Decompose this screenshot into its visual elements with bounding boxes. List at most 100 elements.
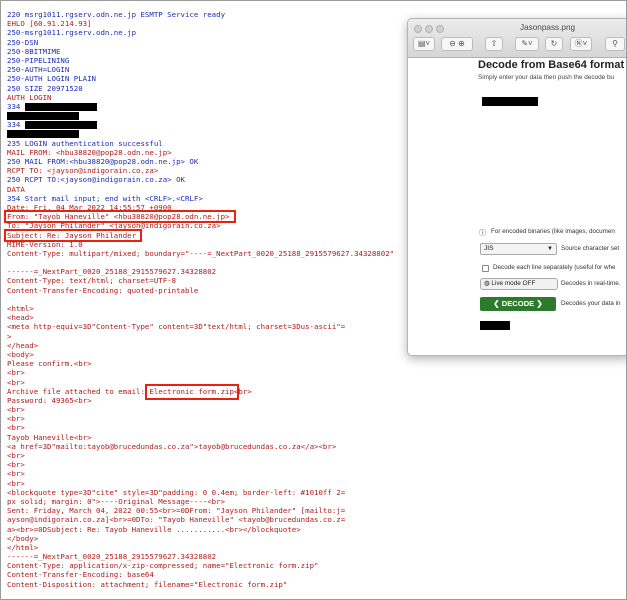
- redacted-credential: [24, 102, 97, 111]
- markup-button[interactable]: ✎˅: [515, 37, 539, 51]
- log-line: 334: [7, 120, 394, 130]
- rotate-icon: ↻: [550, 39, 558, 48]
- info-icon: ⓘ: [479, 230, 486, 237]
- redacted-credential: [24, 121, 97, 130]
- log-line: 250-PIPELINING: [7, 55, 70, 65]
- rotate-button[interactable]: ↻: [545, 37, 563, 51]
- decode-note: Decodes your data in: [561, 300, 621, 307]
- page-heading: Decode from Base64 format: [478, 59, 625, 71]
- charset-label: Source character set: [561, 245, 620, 252]
- zoom-in-icon[interactable]: ⊕: [458, 39, 465, 48]
- chevron-right-icon: ❯: [536, 299, 543, 308]
- log-line: 250-AUTH=LOGIN: [7, 65, 70, 75]
- log-line: 250-DSN: [7, 37, 39, 47]
- log-line: Content-Transfer-Encoding: base64: [7, 570, 154, 580]
- log-line: 354 Start mail input; end with <CRLF>.<C…: [7, 193, 203, 203]
- preview-window: Jasonpass.png ▤˅ ⊖ ⊕ ⇧ ✎˅ ↻ Ⓝ˅ ⚲ Decode …: [407, 18, 626, 356]
- log-line: Content-Type: text/html; charset=UTF-8: [7, 276, 177, 286]
- log-line: <blockquote type=3D"cite" style=3D"paddi…: [7, 487, 346, 497]
- charset-select[interactable]: JIS ▼: [480, 243, 557, 255]
- log-line: <html>: [7, 304, 34, 313]
- chevron-down-icon: ▼: [547, 246, 553, 252]
- highlight-subject-line: [4, 229, 142, 242]
- log-line: <br>: [7, 368, 25, 378]
- log-line: 250-8BITMIME: [7, 46, 61, 56]
- decode-each-line-label: Decode each line separately (useful for …: [493, 264, 616, 271]
- share-button[interactable]: ⇧: [485, 37, 503, 51]
- highlight-from-line: [4, 210, 236, 223]
- chevron-left-icon: ❮: [493, 299, 500, 308]
- log-line: >: [7, 331, 12, 341]
- log-line: MAIL FROM: <hbu38820@pop28.odn.ne.jp>: [7, 147, 172, 157]
- zoom-out-icon[interactable]: ⊖: [449, 39, 456, 48]
- info-icon: Ⓝ˅: [574, 39, 588, 48]
- log-line: 334: [7, 102, 394, 111]
- log-line: <head>: [7, 313, 34, 323]
- highlight-attachment-name: [145, 384, 239, 400]
- search-icon: ⚲: [612, 39, 618, 48]
- log-line: Content-Type: multipart/mixed; boundary=…: [7, 248, 395, 258]
- log-line: 250 SIZE 20971520: [7, 83, 83, 93]
- log-line: Content-Type: application/x-zip-compress…: [7, 561, 319, 571]
- minimize-window-button[interactable]: [425, 25, 433, 33]
- log-line: Sent: Friday, March 04, 2022 00:55<br>=0…: [7, 506, 346, 516]
- log-line: ------=_NextPart_0020_25188_2915579627.3…: [7, 552, 217, 562]
- log-line: <a href=3D"mailto:tayob@brucedundas.co.z…: [7, 441, 337, 451]
- log-line: [7, 129, 394, 139]
- annotate-button[interactable]: Ⓝ˅: [570, 37, 592, 51]
- log-line: a><br>=0DSubject: Re: Tayob Haneville ..…: [7, 524, 301, 534]
- live-mode-note: Decodes in real-time.: [561, 280, 621, 287]
- toggle-icon: ◍: [484, 280, 490, 287]
- log-line: 220 msrg1011.rgserv.odn.ne.jp ESMTP Serv…: [7, 10, 226, 19]
- live-mode-button[interactable]: ◍ Live mode OFF: [480, 278, 558, 290]
- log-line: ------=_NextPart_0020_25188_2915579627.3…: [7, 267, 217, 277]
- redacted-credential: [7, 130, 79, 139]
- log-line: <br>: [7, 423, 25, 433]
- encoded-binaries-note: For encoded binaries (like images, docum…: [491, 228, 615, 235]
- window-toolbar: Jasonpass.png ▤˅ ⊖ ⊕ ⇧ ✎˅ ↻ Ⓝ˅ ⚲: [408, 19, 626, 58]
- log-line: 250 MAIL FROM:<hbu38820@pop28.odn.ne.jp>…: [7, 157, 199, 166]
- decode-each-line-checkbox[interactable]: [482, 265, 489, 272]
- log-line: <br>: [7, 414, 25, 424]
- log-line: AUTH LOGIN: [7, 92, 52, 102]
- log-line: DATA: [7, 184, 25, 194]
- log-line: [7, 111, 394, 121]
- log-line: Content-Disposition: attachment; filenam…: [7, 579, 288, 589]
- log-line: <br>: [7, 469, 25, 479]
- page-subheading: Simply enter your data then push the dec…: [478, 74, 615, 81]
- markup-pen-icon: ✎˅: [521, 39, 533, 48]
- window-title: Jasonpass.png: [520, 23, 576, 32]
- zoom-window-button[interactable]: [436, 25, 444, 33]
- decode-button[interactable]: ❮ DECODE ❯: [480, 297, 556, 311]
- log-line: 250 RCPT TO:<jayson@indigorain.co.za> OK: [7, 175, 185, 185]
- sidebar-toggle-button[interactable]: ▤˅: [413, 37, 435, 51]
- log-line: <br>: [7, 405, 25, 415]
- log-line: Please confirm.<br>: [7, 359, 92, 369]
- zoom-controls[interactable]: ⊖ ⊕: [441, 37, 473, 51]
- log-line: <body>: [7, 349, 34, 359]
- redacted-input-text: [482, 97, 538, 106]
- log-line: <meta http-equiv=3D"Content-Type" conten…: [7, 322, 346, 332]
- redacted-credential: [7, 112, 79, 121]
- log-line: EHLO [60.91.214.93]: [7, 19, 92, 29]
- screenshot-frame: 220 msrg1011.rgserv.odn.ne.jp ESMTP Serv…: [0, 0, 627, 600]
- log-line: </html>: [7, 542, 39, 552]
- close-window-button[interactable]: [414, 25, 422, 33]
- log-line: <br>: [7, 451, 25, 460]
- log-line: ayson@indigorain.co.za]<br>=0DTo: "Tayob…: [7, 515, 346, 525]
- smtp-session-log: 220 msrg1011.rgserv.odn.ne.jp ESMTP Serv…: [7, 10, 394, 589]
- log-line: 235 LOGIN authentication successful: [7, 138, 163, 148]
- log-line: <br>: [7, 478, 25, 488]
- log-line: </head>: [7, 340, 39, 350]
- log-line: 250-AUTH LOGIN PLAIN: [7, 74, 96, 84]
- log-line: RCPT TO: <jayson@indigorain.co.za>: [7, 166, 159, 176]
- log-line: <br>: [7, 460, 25, 470]
- share-icon: ⇧: [490, 39, 498, 48]
- sidebar-icon: ▤˅: [417, 39, 431, 48]
- log-line: </body>: [7, 533, 39, 543]
- log-line: Content-Transfer-Encoding: quoted-printa…: [7, 285, 199, 295]
- log-line: 250-msrg1011.rgserv.odn.ne.jp: [7, 28, 137, 38]
- search-button[interactable]: ⚲: [605, 37, 625, 51]
